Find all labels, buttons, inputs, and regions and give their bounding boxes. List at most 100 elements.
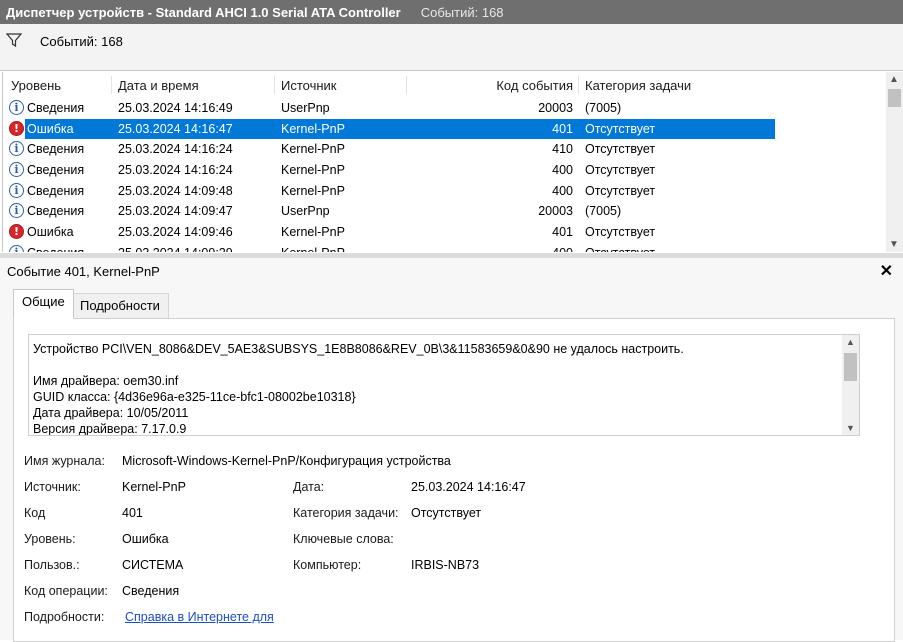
level-cell: Сведения: [27, 142, 85, 157]
info-icon: i: [9, 162, 24, 178]
tab-general[interactable]: Общие: [13, 289, 74, 319]
datetime-cell: 25.03.2024 14:09:47: [118, 204, 233, 219]
source-cell: Kernel-PnP: [281, 246, 345, 252]
filter-label: Событий: 168: [40, 34, 123, 49]
event-code-cell: 401: [552, 225, 573, 240]
event-description[interactable]: Устройство PCI\VEN_8086&DEV_5AE3&SUBSYS_…: [28, 334, 860, 436]
category-cell: Отсутствует: [585, 246, 655, 252]
datetime-cell: 25.03.2024 14:16:47: [118, 121, 233, 136]
category-value: Отсутствует: [411, 506, 482, 520]
detail-title: Событие 401, Kernel-PnP: [7, 264, 160, 279]
info-icon: i: [9, 244, 24, 252]
grid-vertical-scrollbar[interactable]: ▲ ▼: [886, 72, 903, 252]
table-row[interactable]: i Сведения 25.03.2024 14:16:24 Kernel-PnP 40…: [3, 160, 887, 181]
event-code-cell: 401: [552, 121, 573, 136]
user-label: Пользов.:: [24, 558, 80, 572]
category-cell: Отсутствует: [585, 121, 656, 136]
grid-rows: i Сведения 25.03.2024 14:16:49 UserPnp 20003…: [3, 98, 887, 252]
datetime-cell: 25.03.2024 14:16:24: [118, 163, 233, 178]
user-value: СИСТЕМА: [122, 558, 184, 572]
source-cell: Kernel-PnP: [281, 142, 345, 157]
opcode-label: Код операции:: [24, 584, 108, 598]
datetime-cell: 25.03.2024 14:09:48: [118, 183, 233, 198]
scroll-down-icon[interactable]: ▼: [846, 423, 855, 433]
datetime-cell: 25.03.2024 14:16:24: [118, 142, 233, 157]
tab-panel-general: Устройство PCI\VEN_8086&DEV_5AE3&SUBSYS_…: [13, 318, 895, 642]
table-row[interactable]: i Сведения 25.03.2024 14:16:24 Kernel-PnP 41…: [3, 139, 887, 160]
scroll-down-icon[interactable]: ▼: [889, 239, 899, 250]
info-icon: i: [9, 203, 24, 219]
close-icon[interactable]: ✕: [880, 261, 893, 281]
filter-icon[interactable]: [6, 32, 22, 48]
datetime-cell: 25.03.2024 14:09:29: [118, 246, 233, 252]
log-name-label: Имя журнала:: [24, 454, 105, 468]
category-cell: Отсутствует: [585, 225, 656, 240]
opcode-value: Сведения: [122, 584, 180, 598]
level-cell: Сведения: [27, 101, 85, 115]
table-row[interactable]: i Сведения 25.03.2024 14:16:49 UserPnp 20003…: [3, 98, 887, 119]
column-header-source[interactable]: Источник: [281, 78, 337, 93]
category-cell: Отсутствует: [585, 142, 656, 157]
level-cell: Сведения: [27, 246, 84, 252]
level-cell: Ошибка: [27, 121, 74, 136]
level-cell: Сведения: [27, 163, 85, 178]
description-line: Устройство PCI\VEN_8086&DEV_5AE3&SUBSYS_…: [33, 342, 684, 356]
date-label: Дата:: [293, 480, 325, 494]
datetime-cell: 25.03.2024 14:16:49: [118, 101, 233, 115]
category-cell: (7005): [585, 204, 622, 219]
error-icon: !: [9, 120, 24, 136]
scroll-up-icon[interactable]: ▲: [889, 74, 899, 85]
date-value: 25.03.2024 14:16:47: [411, 480, 526, 494]
datetime-cell: 25.03.2024 14:09:46: [118, 225, 233, 240]
event-detail-pane: Событие 401, Kernel-PnP ✕ Общие Подробно…: [0, 258, 903, 642]
category-cell: Отсутствует: [585, 163, 656, 178]
window-titlebar: Диспетчер устройств - Standard AHCI 1.0 …: [0, 0, 903, 24]
level-cell: Сведения: [27, 204, 85, 219]
source-label: Источник:: [24, 480, 81, 494]
source-cell: Kernel-PnP: [281, 183, 345, 198]
source-value: Kernel-PnP: [122, 480, 186, 494]
description-line: GUID класса: {4d36e96a-e325-11ce-bfc1-08…: [33, 390, 356, 404]
code-value: 401: [122, 506, 143, 520]
column-header-level[interactable]: Уровень: [11, 78, 61, 93]
window-title: Диспетчер устройств - Standard AHCI 1.0 …: [6, 4, 401, 20]
category-label: Категория задачи:: [293, 506, 399, 520]
source-cell: UserPnp: [281, 204, 330, 219]
table-row[interactable]: ! Ошибка 25.03.2024 14:16:47 Kernel-PnP 401 О…: [3, 118, 887, 140]
description-line: Имя драйвера: oem30.inf: [33, 374, 179, 388]
more-info-label: Подробности:: [24, 610, 105, 624]
event-code-cell: 20003: [538, 204, 573, 219]
info-icon: i: [9, 141, 24, 157]
category-cell: Отсутствует: [585, 183, 656, 198]
scroll-up-icon[interactable]: ▲: [846, 337, 855, 347]
category-cell: (7005): [585, 101, 622, 115]
table-row[interactable]: ! Ошибка 25.03.2024 14:09:46 Kernel-PnP 401 О…: [3, 222, 887, 243]
tab-details[interactable]: Подробности: [71, 293, 169, 320]
description-scrollbar[interactable]: ▲ ▼: [842, 335, 859, 435]
computer-label: Компьютер:: [293, 558, 362, 572]
grid-header: Уровень Дата и время Источник Код событи…: [3, 72, 887, 98]
error-icon: !: [9, 224, 24, 240]
table-row[interactable]: iСведения 25.03.2024 14:09:29 Kernel-PnP 40…: [3, 243, 887, 252]
event-code-cell: 400: [473, 246, 573, 252]
column-header-event-code[interactable]: Код события: [473, 78, 573, 93]
event-code-cell: 400: [552, 183, 573, 198]
computer-value: IRBIS-NB73: [411, 558, 480, 572]
info-icon: i: [9, 100, 24, 115]
level-value: Ошибка: [122, 532, 169, 546]
description-line: Версия драйвера: 7.17.0.9: [33, 422, 187, 436]
column-header-task-category[interactable]: Категория задачи: [585, 78, 691, 93]
scroll-thumb[interactable]: [888, 89, 901, 107]
level-cell: Ошибка: [27, 225, 74, 240]
online-help-link[interactable]: Справка в Интернете для: [125, 610, 274, 624]
filter-bar: Событий: 168: [0, 24, 903, 71]
table-row[interactable]: i Сведения 25.03.2024 14:09:48 Kernel-PnP 40…: [3, 181, 887, 202]
window-events-count: Событий: 168: [420, 4, 504, 20]
source-cell: Kernel-PnP: [281, 121, 345, 136]
source-cell: Kernel-PnP: [281, 163, 345, 178]
table-row[interactable]: i Сведения 25.03.2024 14:09:47 UserPnp 20003…: [3, 201, 887, 222]
event-code-cell: 410: [552, 142, 573, 157]
column-header-datetime[interactable]: Дата и время: [118, 78, 199, 93]
scroll-thumb[interactable]: [844, 353, 857, 381]
events-grid[interactable]: Уровень Дата и время Источник Код событи…: [2, 72, 887, 252]
